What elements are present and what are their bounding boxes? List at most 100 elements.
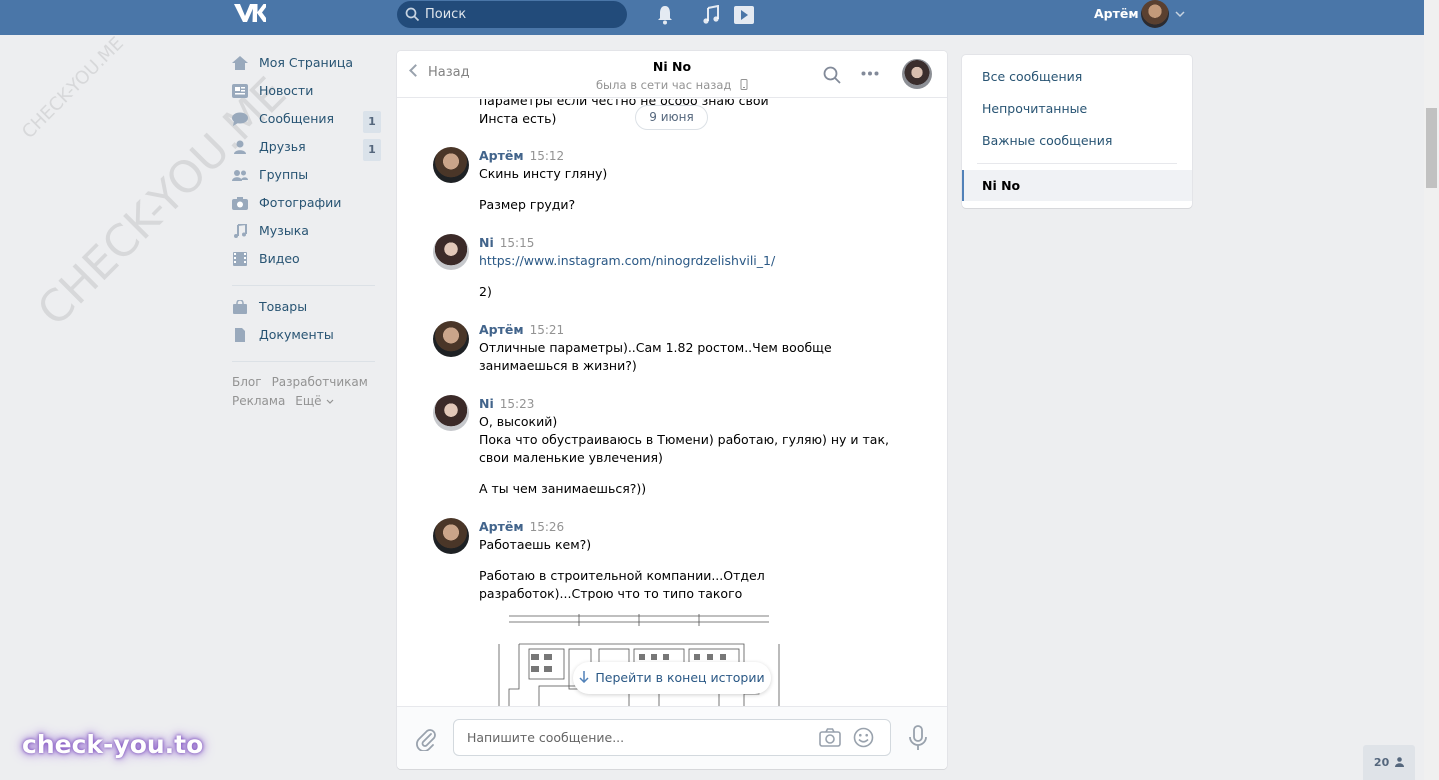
message-line: параметры если честно не особо знаю свои [479, 99, 769, 108]
sidebar-item-label: Видео [259, 251, 300, 266]
friends-count-badge[interactable]: 1 [363, 139, 381, 161]
sidebar-item-label: Фотографии [259, 195, 342, 210]
footer-more-link[interactable]: Ещё [295, 394, 334, 408]
author-avatar[interactable] [433, 518, 469, 554]
footer-more-label: Ещё [295, 394, 322, 408]
sidebar: Моя Страница Новости Сообщения 1 Друзья … [232, 53, 382, 411]
sidebar-item-messages[interactable]: Сообщения 1 [232, 109, 382, 137]
author-avatar[interactable] [433, 321, 469, 357]
sidebar-item-label: Товары [259, 299, 308, 314]
sidebar-item-label: Документы [259, 327, 334, 342]
message-line: разработок)...Строю что то типо такого [479, 586, 743, 601]
sidebar-item-my-page[interactable]: Моя Страница [232, 53, 382, 81]
sidebar-item-news[interactable]: Новости [232, 81, 382, 109]
author-avatar[interactable] [433, 234, 469, 270]
peer-status: была в сети час назад [397, 78, 947, 92]
sidebar-item-documents[interactable]: Документы [232, 325, 382, 353]
search-input[interactable]: Поиск [397, 1, 627, 28]
viewers-counter[interactable]: 20 [1363, 745, 1415, 780]
message-history[interactable]: параметры если честно не особо знаю свои… [397, 99, 947, 706]
sidebar-item-label: Группы [259, 167, 309, 182]
video-icon [233, 252, 247, 266]
sidebar-item-goods[interactable]: Товары [232, 297, 382, 325]
mobile-icon [740, 79, 748, 90]
compose-bar: Напишите сообщение... [397, 706, 947, 769]
friends-icon [234, 140, 246, 154]
vk-logo-icon[interactable] [232, 2, 266, 24]
search-icon [405, 7, 420, 22]
sidebar-item-label: Моя Страница [259, 55, 353, 70]
sidebar-item-music[interactable]: Музыка [232, 221, 382, 249]
footer-blog-link[interactable]: Блог [232, 375, 262, 389]
camera-icon[interactable] [819, 728, 841, 747]
more-icon[interactable] [861, 71, 879, 76]
message-input[interactable]: Напишите сообщение... [453, 719, 891, 756]
message-line: занимаешься в жизни?) [479, 358, 637, 373]
page-scrollbar[interactable] [1424, 0, 1439, 780]
bell-icon[interactable] [656, 5, 674, 25]
folder-all[interactable]: Все сообщения [982, 69, 1082, 84]
watermark-small: CHECK-YOU.ME [18, 33, 128, 143]
footer-developers-link[interactable]: Разработчикам [272, 375, 368, 389]
author-name[interactable]: Ni [479, 396, 494, 411]
sidebar-item-label: Новости [259, 83, 314, 98]
sidebar-item-photos[interactable]: Фотографии [232, 193, 382, 221]
sidebar-item-video[interactable]: Видео [232, 249, 382, 277]
message-line: А ты чем занимаешься?)) [479, 481, 647, 496]
author-avatar[interactable] [433, 147, 469, 183]
messages-count-badge[interactable]: 1 [363, 111, 381, 133]
author-name[interactable]: Артём [479, 519, 524, 534]
smile-icon[interactable] [853, 727, 874, 748]
chevron-down-icon[interactable] [1175, 10, 1185, 18]
scrollbar-thumb[interactable] [1426, 108, 1437, 188]
play-icon[interactable] [733, 5, 755, 25]
author-avatar[interactable] [433, 395, 469, 431]
folder-important[interactable]: Важные сообщения [982, 133, 1112, 148]
message-time: 15:15 [499, 236, 535, 250]
scroll-to-end-button[interactable]: Перейти в конец истории [573, 662, 771, 694]
music-note-icon [234, 224, 247, 238]
music-icon[interactable] [702, 5, 720, 25]
message-input-placeholder: Напишите сообщение... [467, 730, 625, 745]
document-icon [235, 328, 245, 342]
message-line: Работаешь кем?) [479, 537, 592, 552]
home-icon [232, 56, 248, 70]
sidebar-footer: Блог Разработчикам Реклама Ещё [232, 373, 382, 411]
message-time: 15:21 [529, 323, 565, 337]
message-time: 15:23 [499, 397, 535, 411]
message-line: Размер груди? [479, 197, 576, 212]
person-icon [1395, 757, 1405, 767]
folder-active-chat[interactable]: Ni No [962, 170, 1192, 201]
user-avatar[interactable] [1141, 0, 1169, 28]
message-line: Пока что обустраиваюсь в Тюмени) работаю… [479, 432, 889, 447]
peer-avatar[interactable] [902, 59, 932, 89]
author-name[interactable]: Артём [479, 322, 524, 337]
chat-header: Назад Ni No была в сети час назад [397, 51, 947, 98]
search-icon[interactable] [823, 66, 841, 84]
chat-panel: Назад Ni No была в сети час назад параме… [397, 51, 947, 769]
news-icon [232, 84, 248, 98]
arrow-down-icon [579, 671, 589, 684]
message-time: 15:26 [529, 520, 565, 534]
user-name[interactable]: Артём [1094, 6, 1139, 21]
sidebar-item-friends[interactable]: Друзья 1 [232, 137, 382, 165]
microphone-icon[interactable] [908, 725, 928, 751]
message-line: Скинь инсту гляну) [479, 166, 608, 181]
partial-message: параметры если честно не особо знаю свои… [479, 99, 769, 128]
message-time: 15:12 [529, 149, 565, 163]
brand-watermark: check-you.to [22, 730, 204, 759]
date-pill: 9 июня [635, 105, 708, 130]
sidebar-item-groups[interactable]: Группы [232, 165, 382, 193]
sidebar-item-label: Музыка [259, 223, 309, 238]
author-name[interactable]: Артём [479, 148, 524, 163]
message-line: свои маленькие увлечения) [479, 450, 663, 465]
author-name[interactable]: Ni [479, 235, 494, 250]
messages-icon [232, 112, 248, 126]
scroll-to-end-label: Перейти в конец истории [595, 670, 765, 685]
message-link[interactable]: https://www.instagram.com/ninogrdzelishv… [479, 252, 899, 270]
attach-icon[interactable] [415, 727, 437, 751]
sidebar-item-label: Сообщения [259, 111, 335, 126]
folders-panel: Все сообщения Непрочитанные Важные сообщ… [962, 55, 1192, 208]
folder-unread[interactable]: Непрочитанные [982, 101, 1087, 116]
footer-ads-link[interactable]: Реклама [232, 394, 285, 408]
